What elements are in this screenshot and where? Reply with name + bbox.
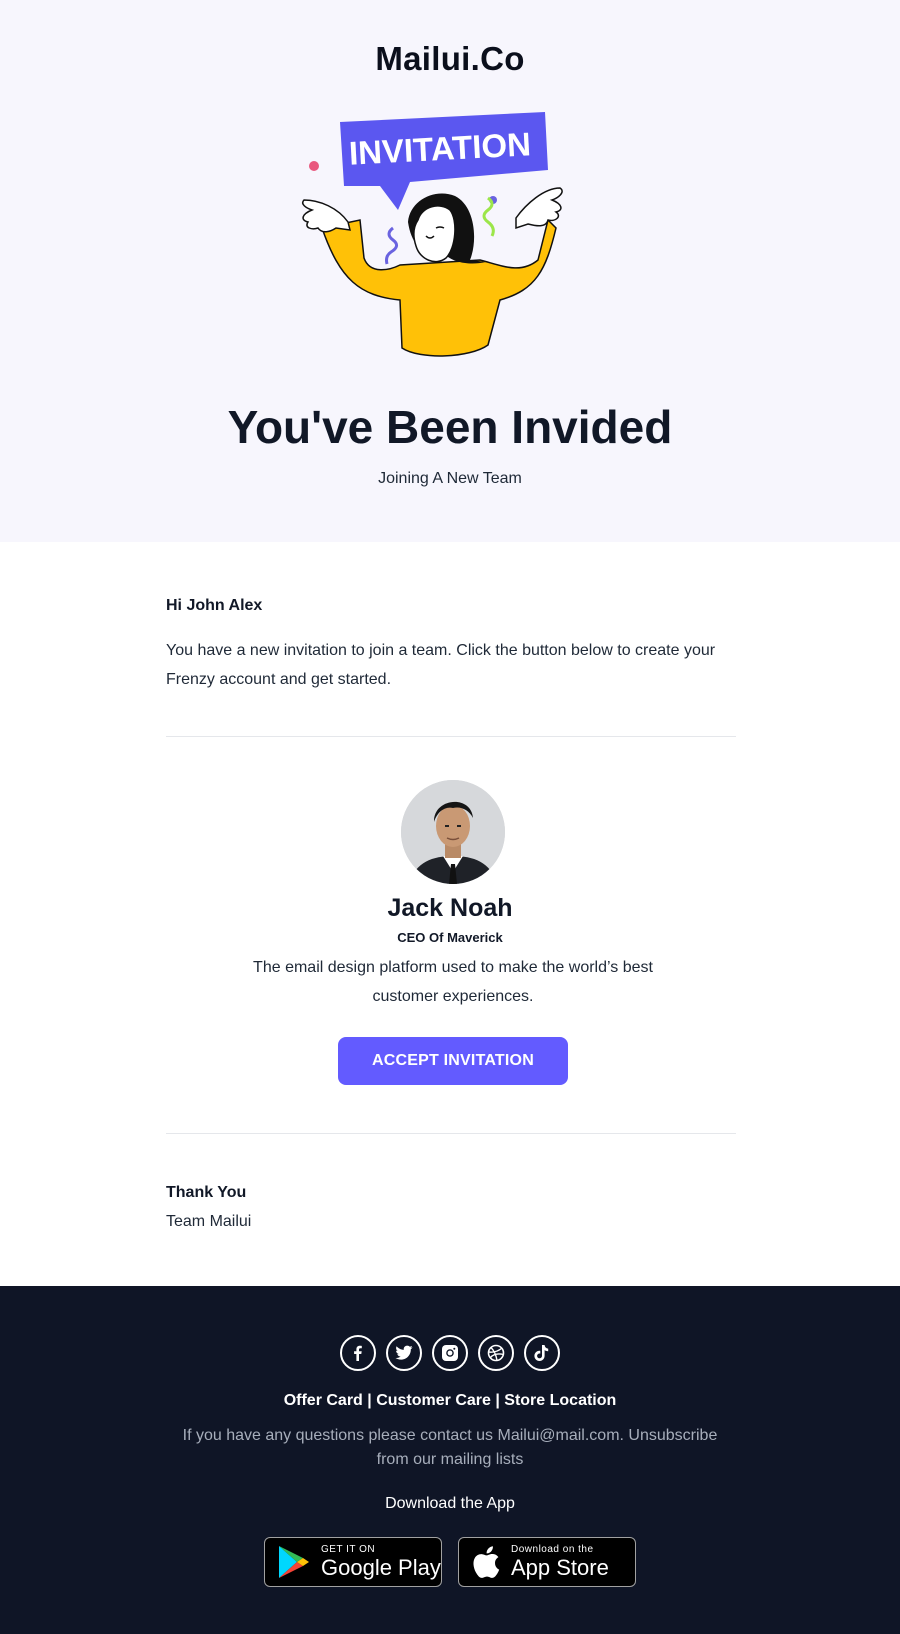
link-offer-card[interactable]: Offer Card [284, 1392, 363, 1409]
link-separator: | [362, 1392, 377, 1409]
accept-invitation-button[interactable]: ACCEPT INVITATION [338, 1037, 568, 1085]
intro-text: You have a new invitation to join a team… [166, 642, 716, 688]
message-section: Hi John Alex You have a new invitation t… [0, 542, 900, 1286]
social-links [0, 1335, 900, 1371]
invitation-illustration: INVITATION [301, 112, 563, 357]
link-store-location[interactable]: Store Location [504, 1392, 616, 1409]
page-title: You've Been Invided [227, 401, 673, 453]
google-play-big-text: Google Play [321, 1555, 441, 1580]
app-store-small-text: Download on the [511, 1544, 594, 1555]
app-store-big-text: App Store [511, 1555, 609, 1580]
greeting: Hi John Alex [166, 597, 263, 614]
left-hand [301, 199, 351, 233]
page-subtitle: Joining A New Team [378, 470, 522, 487]
link-separator: | [490, 1392, 505, 1409]
app-store-badge[interactable]: Download on the App Store [458, 1537, 636, 1587]
google-play-badge[interactable]: GET IT ON Google Play [264, 1537, 442, 1587]
link-customer-care[interactable]: Customer Care [376, 1392, 491, 1409]
divider [166, 1133, 736, 1134]
brand-logo: Mailui.Co [375, 40, 525, 77]
twitter-icon[interactable] [386, 1335, 422, 1371]
instagram-icon[interactable] [432, 1335, 468, 1371]
google-play-small-text: GET IT ON [321, 1544, 376, 1555]
face-shape [413, 205, 456, 263]
apple-icon [473, 1546, 500, 1578]
signoff-thanks: Thank You [166, 1184, 247, 1201]
confetti-squiggle [482, 196, 495, 237]
footer-note: If you have any questions please contact… [182, 1427, 718, 1468]
dribbble-icon[interactable] [478, 1335, 514, 1371]
right-hand [515, 187, 563, 230]
signoff-team: Team Mailui [166, 1213, 252, 1230]
facebook-icon[interactable] [340, 1335, 376, 1371]
inviter-description: The email design platform used to make t… [253, 959, 653, 1005]
download-label: Download the App [385, 1495, 515, 1512]
footer: Offer Card | Customer Care | Store Locat… [0, 1286, 900, 1634]
app-store-badges: GET IT ON Google Play Download on the Ap… [0, 1537, 900, 1587]
inviter-name: Jack Noah [387, 894, 513, 922]
google-play-icon [279, 1546, 309, 1578]
hero-section: Mailui.Co INVITATION You've Been Invided… [0, 0, 900, 542]
inviter-role: CEO Of Maverick [397, 930, 503, 945]
footer-links: Offer Card | Customer Care | Store Locat… [0, 1392, 900, 1410]
person-photo [401, 780, 505, 884]
tiktok-icon[interactable] [524, 1335, 560, 1371]
avatar [401, 780, 505, 884]
divider [166, 736, 736, 737]
confetti-squiggle [385, 226, 398, 265]
confetti-dot [309, 161, 319, 171]
